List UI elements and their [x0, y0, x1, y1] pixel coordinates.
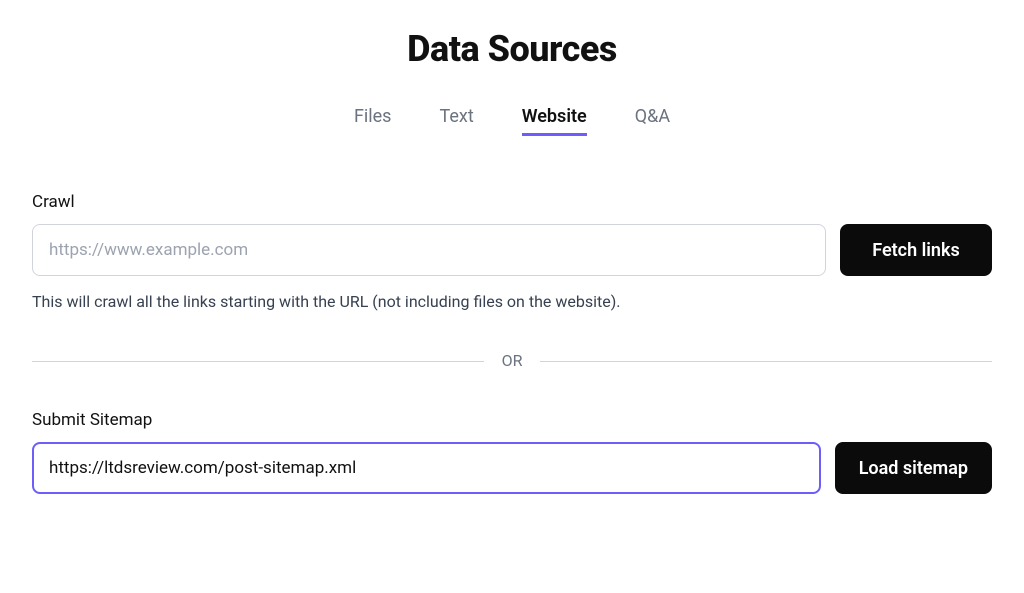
crawl-section: Crawl Fetch links This will crawl all th… [32, 192, 992, 311]
tabs-nav: Files Text Website Q&A [32, 106, 992, 136]
sitemap-input-row: Load sitemap [32, 442, 992, 494]
fetch-links-button[interactable]: Fetch links [840, 224, 992, 276]
tab-qa[interactable]: Q&A [635, 106, 670, 136]
divider-text: OR [494, 351, 531, 370]
page-title: Data Sources [32, 28, 992, 70]
sitemap-section: Submit Sitemap Load sitemap [32, 410, 992, 494]
sitemap-label: Submit Sitemap [32, 410, 992, 430]
or-divider: OR [32, 351, 992, 370]
tab-website[interactable]: Website [522, 106, 587, 136]
sitemap-url-input[interactable] [32, 442, 821, 494]
tab-text[interactable]: Text [439, 106, 473, 136]
load-sitemap-button[interactable]: Load sitemap [835, 442, 992, 494]
crawl-label: Crawl [32, 192, 992, 212]
crawl-url-input[interactable] [32, 224, 826, 276]
crawl-input-row: Fetch links [32, 224, 992, 276]
crawl-help-text: This will crawl all the links starting w… [32, 292, 992, 311]
tab-files[interactable]: Files [354, 106, 392, 136]
